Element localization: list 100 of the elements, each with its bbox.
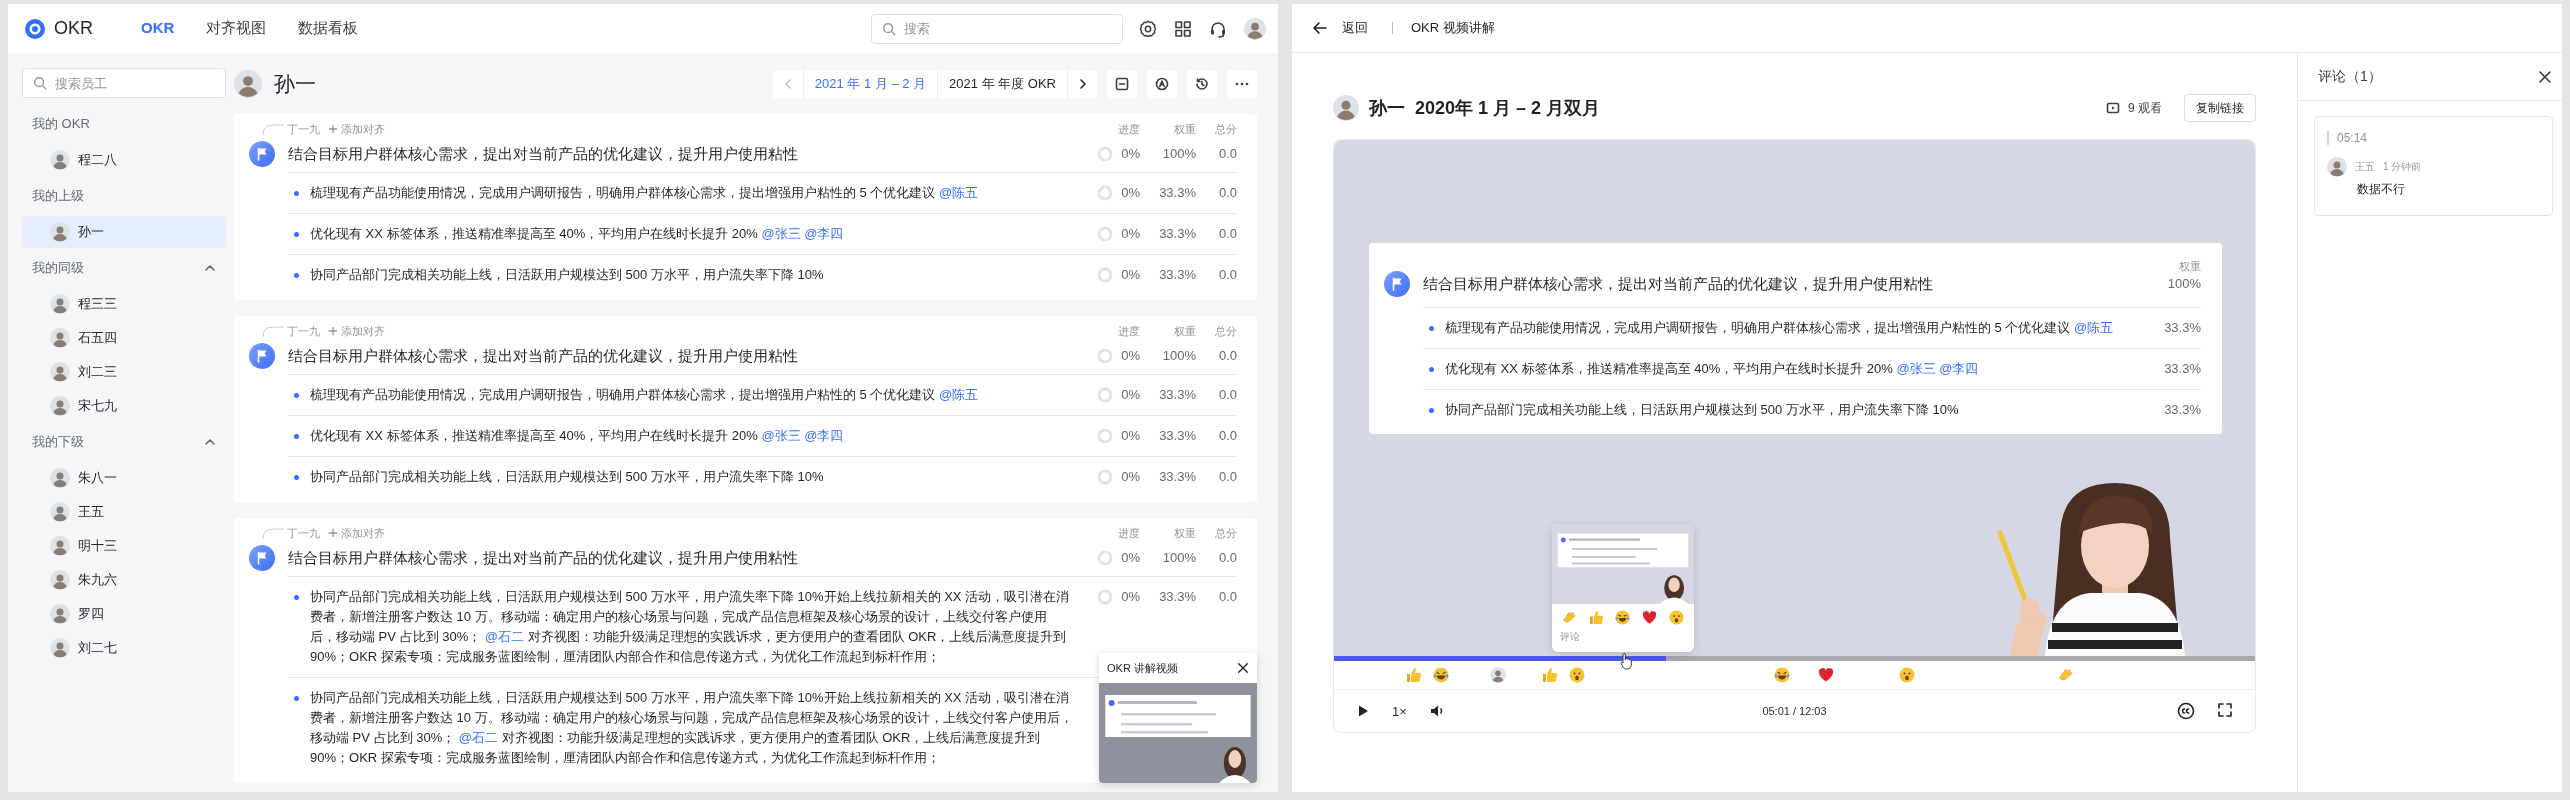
nav-tab[interactable]: 数据看板: [298, 19, 359, 38]
avatar: [50, 468, 70, 488]
weight-value: 100%: [1161, 145, 1196, 163]
column-header: 总分: [1214, 121, 1237, 137]
score-value: 0.0: [1217, 347, 1237, 365]
laughing-face-icon: [1774, 667, 1791, 683]
sidebar-item[interactable]: 刘二三: [22, 356, 226, 388]
mention-link[interactable]: @陈五: [939, 387, 979, 402]
mention-link[interactable]: @陈五: [2074, 320, 2114, 335]
plus-icon: [328, 124, 338, 134]
column-header: 进度: [1117, 323, 1140, 339]
laughing-face-icon: [1615, 610, 1631, 625]
captions-button[interactable]: [2177, 702, 2195, 720]
sidebar-item[interactable]: 明十三: [22, 530, 226, 562]
sidebar-item[interactable]: 刘二七: [22, 632, 226, 664]
fullscreen-button[interactable]: [2217, 702, 2233, 720]
key-result-text: 协同产品部门完成相关功能上线，日活跃用户规模达到 500 万水平，用户流失率下降 10%: [310, 266, 825, 284]
avatar: [50, 222, 70, 242]
weight-value: 33.3%: [1158, 468, 1196, 486]
progress-ring-icon: [1097, 226, 1114, 242]
weight-value: 100%: [2166, 275, 2201, 293]
avatar: [50, 536, 70, 556]
mention-link[interactable]: @张三: [761, 226, 801, 241]
score-value: 0.0: [1217, 549, 1237, 567]
mention-link[interactable]: @张三: [761, 428, 801, 443]
sidebar-item[interactable]: 罗四: [22, 598, 226, 630]
sidebar-item[interactable]: 程三三: [22, 288, 226, 320]
search-field[interactable]: 搜索: [871, 13, 1123, 44]
grid-icon[interactable]: [1174, 19, 1192, 38]
panel-title: 评论（1）: [2318, 67, 2382, 86]
thumbs-up-icon: [1542, 667, 1559, 683]
sidebar-item[interactable]: 王五: [22, 496, 226, 528]
objective-title: 结合目标用户群体核心需求，提出对当前产品的优化建议，提升用户使用粘性: [1423, 274, 1934, 294]
align-button[interactable]: [1147, 69, 1177, 99]
chevron-icon[interactable]: [204, 436, 216, 448]
back-arrow-icon: [1312, 20, 1328, 36]
logo-text: OKR: [54, 18, 93, 39]
mention-link[interactable]: @石二: [484, 629, 524, 644]
surprised-face-icon: [1669, 610, 1685, 625]
chevron-icon[interactable]: [204, 262, 216, 274]
speed-button[interactable]: 1×: [1392, 703, 1407, 719]
mention-link[interactable]: @陈五: [939, 185, 979, 200]
progress-value: 0%: [1121, 266, 1140, 284]
avatar: [50, 604, 70, 624]
mention-link[interactable]: @石二: [458, 730, 498, 745]
search-icon: [882, 21, 896, 36]
mention-link[interactable]: @张三: [1896, 361, 1936, 376]
score-value: 0.0: [1217, 588, 1237, 606]
comment-button[interactable]: [1107, 69, 1137, 99]
close-icon[interactable]: [1237, 662, 1249, 674]
score-value: 0.0: [1217, 145, 1237, 163]
popup-title: OKR 讲解视频: [1107, 660, 1178, 676]
history-button[interactable]: [1187, 69, 1217, 99]
sidebar-item[interactable]: 宋七九: [22, 390, 226, 422]
sidebar-item[interactable]: 孙一: [22, 216, 226, 248]
owner-name: 丁一九: [287, 525, 320, 541]
surprised-face-icon: [1568, 667, 1585, 683]
column-header: 总分: [1214, 525, 1237, 541]
volume-button[interactable]: [1428, 703, 1445, 719]
section-title: 我的 OKR: [32, 115, 90, 133]
mention-link[interactable]: @李四: [804, 226, 844, 241]
section-title: 我的同级: [32, 259, 84, 277]
score-value: 0.0: [1217, 184, 1237, 202]
period-tab[interactable]: 2021 年 1 月 – 2 月: [802, 69, 938, 99]
close-icon[interactable]: [2538, 69, 2552, 84]
weight-value: 33.3%: [2163, 319, 2201, 337]
nav-tab[interactable]: 对齐视图: [206, 19, 267, 38]
progress-value: 0%: [1121, 225, 1140, 243]
play-button[interactable]: [1356, 704, 1370, 718]
heart-icon: [1642, 610, 1658, 625]
settings-icon[interactable]: [1139, 19, 1157, 38]
circle-a-icon: [1155, 77, 1169, 91]
headset-icon[interactable]: [1209, 19, 1227, 38]
sidebar-item[interactable]: 程二八: [22, 144, 226, 176]
sidebar-item[interactable]: 朱八一: [22, 462, 226, 494]
flag-icon: [249, 141, 275, 167]
copy-link-button[interactable]: 复制链接: [2184, 94, 2256, 122]
score-value: 0.0: [1217, 427, 1237, 445]
period-tab[interactable]: 2021 年 年度 OKR: [937, 69, 1067, 99]
key-result-text: 优化现有 XX 标签体系，推送精准率提高至 40%，平均用户在线时长提升 20% @张三 @李四: [310, 427, 845, 445]
progress-value: 0%: [1121, 468, 1140, 486]
back-button[interactable]: 返回: [1312, 19, 1368, 37]
mention-link[interactable]: @李四: [804, 428, 844, 443]
nav-tab[interactable]: OKR: [141, 19, 175, 38]
comment-field[interactable]: 评论: [1552, 629, 1694, 644]
sidebar-item[interactable]: 朱九六: [22, 564, 226, 596]
weight-value: 33.3%: [1158, 386, 1196, 404]
search-field[interactable]: 搜索员工: [22, 68, 226, 98]
weight-value: 33.3%: [1158, 184, 1196, 202]
avatar: [2327, 157, 2347, 177]
history-icon: [1195, 77, 1209, 91]
avatar: [50, 328, 70, 348]
key-result-text: 协同产品部门完成相关功能上线，日活跃用户规模达到 500 万水平，用户流失率下降 10%: [1445, 401, 1960, 419]
key-result-text: 协同产品部门完成相关功能上线，日活跃用户规模达到 500 万水平，用户流失率下降 10%开始上线拉新相关的 XX 活动，吸引潜在消费者，新增注册客户数达 10 万。移动端：确定用户的核心场景与问题，完成产品信息框架及核心场景的设计，上线交付客户使用后，移动端 PV 占比到 30%； @石二 对齐视图：功能升级满足理想的实践诉求，更方便用户的查看团队 OKR，上线后满意度提升到 90%；OKR 探索专项：完成服务蓝图绘制，厘清团队内部合作和信息传递方式，为优化工作流起到标杆作用；: [310, 689, 1074, 767]
progress-track[interactable]: [1334, 656, 2255, 661]
search-icon: [33, 76, 47, 90]
mention-link[interactable]: @李四: [1939, 361, 1979, 376]
volume-icon: [1428, 703, 1445, 719]
column-header: 权重: [1173, 121, 1196, 137]
sidebar-item[interactable]: 石五四: [22, 322, 226, 354]
